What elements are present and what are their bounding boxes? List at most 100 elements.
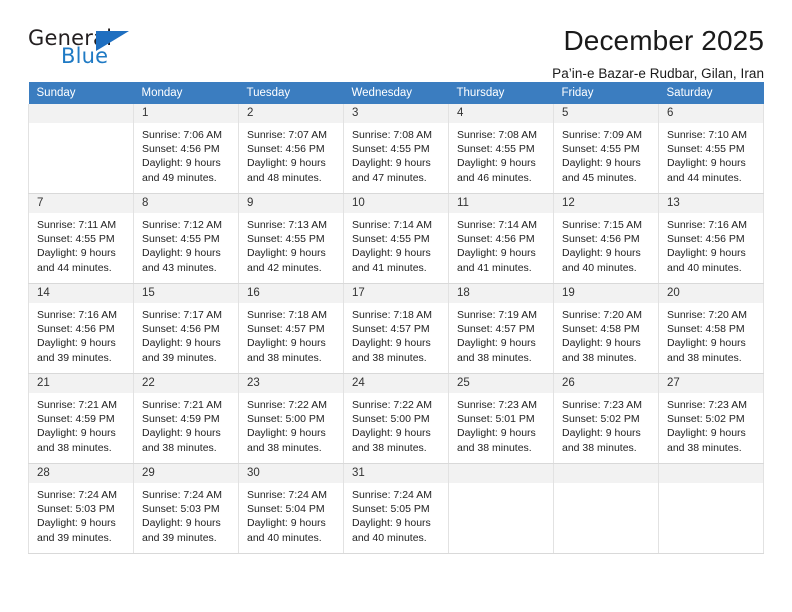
sunset-text: Sunset: 4:55 PM — [457, 143, 535, 156]
calendar-day-cell[interactable]: 29 Sunrise: 7:24 AM Sunset: 5:03 PM Dayligh… — [133, 463, 239, 554]
day-sun-info: Sunrise: 7:11 AM Sunset: 4:55 PM Daylight:… — [29, 213, 133, 275]
calendar-day-cell[interactable]: 3 Sunrise: 7:08 AM Sunset: 4:55 PM Daylight… — [343, 104, 449, 194]
day-number: 24 — [344, 374, 448, 393]
day-number: 22 — [134, 374, 238, 393]
calendar-day-cell[interactable]: 21 Sunrise: 7:21 AM Sunset: 4:59 PM Dayligh… — [28, 373, 134, 464]
daylight-text-line1: Daylight: 9 hours — [562, 157, 641, 170]
calendar-day-cell[interactable]: 12 Sunrise: 7:15 AM Sunset: 4:56 PM Dayligh… — [553, 193, 659, 284]
day-number: 17 — [344, 284, 448, 303]
calendar-day-cell[interactable]: 10 Sunrise: 7:14 AM Sunset: 4:55 PM Dayligh… — [343, 193, 449, 284]
day-sun-info: Sunrise: 7:14 AM Sunset: 4:55 PM Daylight:… — [344, 213, 448, 275]
sunset-text: Sunset: 5:00 PM — [352, 413, 430, 426]
calendar-day-cell[interactable]: 31 Sunrise: 7:24 AM Sunset: 5:05 PM Dayligh… — [343, 463, 449, 554]
daylight-text-line1: Daylight: 9 hours — [37, 427, 116, 440]
calendar-day-cell[interactable]: 22 Sunrise: 7:21 AM Sunset: 4:59 PM Dayligh… — [133, 373, 239, 464]
weekday-header-tuesday: Tuesday — [238, 82, 344, 104]
daylight-text-line2: and 43 minutes. — [142, 261, 217, 274]
daylight-text-line2: and 40 minutes. — [667, 261, 742, 274]
calendar-day-cell[interactable]: 7 Sunrise: 7:11 AM Sunset: 4:55 PM Daylight… — [28, 193, 134, 284]
calendar-day-cell[interactable]: 13 Sunrise: 7:16 AM Sunset: 4:56 PM Dayligh… — [658, 193, 764, 284]
daylight-text-line1: Daylight: 9 hours — [247, 517, 326, 530]
calendar-day-cell[interactable]: 16 Sunrise: 7:18 AM Sunset: 4:57 PM Dayligh… — [238, 283, 344, 374]
calendar-day-cell[interactable]: 18 Sunrise: 7:19 AM Sunset: 4:57 PM Dayligh… — [448, 283, 554, 374]
day-number: 4 — [449, 104, 553, 123]
sunrise-text: Sunrise: 7:06 AM — [142, 129, 222, 141]
daylight-text-line1: Daylight: 9 hours — [37, 247, 116, 260]
daylight-text-line1: Daylight: 9 hours — [667, 157, 746, 170]
calendar-day-cell[interactable]: 25 Sunrise: 7:23 AM Sunset: 5:01 PM Dayligh… — [448, 373, 554, 464]
calendar-day-cell[interactable]: 23 Sunrise: 7:22 AM Sunset: 5:00 PM Dayligh… — [238, 373, 344, 464]
day-number: 18 — [449, 284, 553, 303]
sunset-text: Sunset: 4:56 PM — [562, 233, 640, 246]
calendar-day-cell[interactable]: 9 Sunrise: 7:13 AM Sunset: 4:55 PM Daylight… — [238, 193, 344, 284]
daylight-text-line2: and 38 minutes. — [457, 441, 532, 454]
calendar-day-cell[interactable]: 4 Sunrise: 7:08 AM Sunset: 4:55 PM Daylight… — [448, 104, 554, 194]
calendar-day-cell[interactable]: 17 Sunrise: 7:18 AM Sunset: 4:57 PM Dayligh… — [343, 283, 449, 374]
sunset-text: Sunset: 4:58 PM — [562, 323, 640, 336]
day-number: 1 — [134, 104, 238, 123]
daylight-text-line2: and 38 minutes. — [667, 441, 742, 454]
calendar-week-row: 21 Sunrise: 7:21 AM Sunset: 4:59 PM Dayligh… — [28, 373, 764, 464]
daylight-text-line2: and 38 minutes. — [247, 441, 322, 454]
calendar-day-cell[interactable]: 11 Sunrise: 7:14 AM Sunset: 4:56 PM Dayligh… — [448, 193, 554, 284]
calendar-day-cell[interactable]: 2 Sunrise: 7:07 AM Sunset: 4:56 PM Daylight… — [238, 104, 344, 194]
sunrise-text: Sunrise: 7:21 AM — [37, 399, 117, 411]
daylight-text-line1: Daylight: 9 hours — [457, 157, 536, 170]
day-sun-info: Sunrise: 7:10 AM Sunset: 4:55 PM Daylight:… — [659, 123, 763, 185]
calendar-day-cell[interactable]: 26 Sunrise: 7:23 AM Sunset: 5:02 PM Dayligh… — [553, 373, 659, 464]
sunset-text: Sunset: 4:57 PM — [457, 323, 535, 336]
sunset-text: Sunset: 5:05 PM — [352, 503, 430, 516]
daylight-text-line2: and 47 minutes. — [352, 171, 427, 184]
sunset-text: Sunset: 4:56 PM — [667, 233, 745, 246]
daylight-text-line2: and 41 minutes. — [352, 261, 427, 274]
sunset-text: Sunset: 5:00 PM — [247, 413, 325, 426]
calendar-day-cell[interactable]: 8 Sunrise: 7:12 AM Sunset: 4:55 PM Daylight… — [133, 193, 239, 284]
general-blue-logo: General Blue — [28, 26, 148, 72]
day-number: 19 — [554, 284, 658, 303]
day-sun-info: Sunrise: 7:21 AM Sunset: 4:59 PM Daylight:… — [134, 393, 238, 455]
daylight-text-line1: Daylight: 9 hours — [142, 247, 221, 260]
day-sun-info: Sunrise: 7:19 AM Sunset: 4:57 PM Daylight:… — [449, 303, 553, 365]
calendar-day-cell[interactable]: 14 Sunrise: 7:16 AM Sunset: 4:56 PM Dayligh… — [28, 283, 134, 374]
calendar-day-cell[interactable]: 28 Sunrise: 7:24 AM Sunset: 5:03 PM Dayligh… — [28, 463, 134, 554]
daylight-text-line2: and 48 minutes. — [247, 171, 322, 184]
day-sun-info: Sunrise: 7:20 AM Sunset: 4:58 PM Daylight:… — [554, 303, 658, 365]
day-number — [659, 464, 763, 483]
sunset-text: Sunset: 4:57 PM — [352, 323, 430, 336]
daylight-text-line2: and 42 minutes. — [247, 261, 322, 274]
sunset-text: Sunset: 5:03 PM — [37, 503, 115, 516]
sunrise-text: Sunrise: 7:17 AM — [142, 309, 222, 321]
sunrise-text: Sunrise: 7:24 AM — [142, 489, 222, 501]
sunrise-text: Sunrise: 7:16 AM — [37, 309, 117, 321]
day-number: 3 — [344, 104, 448, 123]
daylight-text-line1: Daylight: 9 hours — [457, 247, 536, 260]
sunset-text: Sunset: 4:55 PM — [142, 233, 220, 246]
day-sun-info: Sunrise: 7:22 AM Sunset: 5:00 PM Daylight:… — [239, 393, 343, 455]
calendar-day-cell[interactable]: 27 Sunrise: 7:23 AM Sunset: 5:02 PM Dayligh… — [658, 373, 764, 464]
daylight-text-line1: Daylight: 9 hours — [352, 157, 431, 170]
weekday-header-wednesday: Wednesday — [343, 82, 449, 104]
day-sun-info: Sunrise: 7:07 AM Sunset: 4:56 PM Daylight:… — [239, 123, 343, 185]
calendar-day-cell[interactable]: 1 Sunrise: 7:06 AM Sunset: 4:56 PM Daylight… — [133, 104, 239, 194]
calendar-week-row: 28 Sunrise: 7:24 AM Sunset: 5:03 PM Dayligh… — [28, 463, 764, 554]
calendar-day-cell[interactable]: 15 Sunrise: 7:17 AM Sunset: 4:56 PM Dayligh… — [133, 283, 239, 374]
sunrise-text: Sunrise: 7:15 AM — [562, 219, 642, 231]
day-sun-info: Sunrise: 7:24 AM Sunset: 5:03 PM Daylight:… — [29, 483, 133, 545]
calendar-day-cell[interactable]: 20 Sunrise: 7:20 AM Sunset: 4:58 PM Dayligh… — [658, 283, 764, 374]
page-title: December 2025 — [563, 25, 764, 56]
sunrise-text: Sunrise: 7:14 AM — [352, 219, 432, 231]
calendar-day-cell[interactable]: 30 Sunrise: 7:24 AM Sunset: 5:04 PM Dayligh… — [238, 463, 344, 554]
daylight-text-line2: and 40 minutes. — [562, 261, 637, 274]
calendar-week-row: 7 Sunrise: 7:11 AM Sunset: 4:55 PM Daylight… — [28, 193, 764, 284]
daylight-text-line2: and 38 minutes. — [562, 441, 637, 454]
calendar-day-cell[interactable]: 6 Sunrise: 7:10 AM Sunset: 4:55 PM Daylight… — [658, 104, 764, 194]
day-number: 30 — [239, 464, 343, 483]
calendar-day-cell[interactable]: 24 Sunrise: 7:22 AM Sunset: 5:00 PM Dayligh… — [343, 373, 449, 464]
day-sun-info: Sunrise: 7:13 AM Sunset: 4:55 PM Daylight:… — [239, 213, 343, 275]
daylight-text-line2: and 45 minutes. — [562, 171, 637, 184]
day-sun-info: Sunrise: 7:23 AM Sunset: 5:02 PM Daylight:… — [659, 393, 763, 455]
calendar-day-cell[interactable]: 19 Sunrise: 7:20 AM Sunset: 4:58 PM Dayligh… — [553, 283, 659, 374]
daylight-text-line1: Daylight: 9 hours — [667, 427, 746, 440]
calendar-day-cell[interactable]: 5 Sunrise: 7:09 AM Sunset: 4:55 PM Daylight… — [553, 104, 659, 194]
weekday-header-sunday: Sunday — [28, 82, 134, 104]
